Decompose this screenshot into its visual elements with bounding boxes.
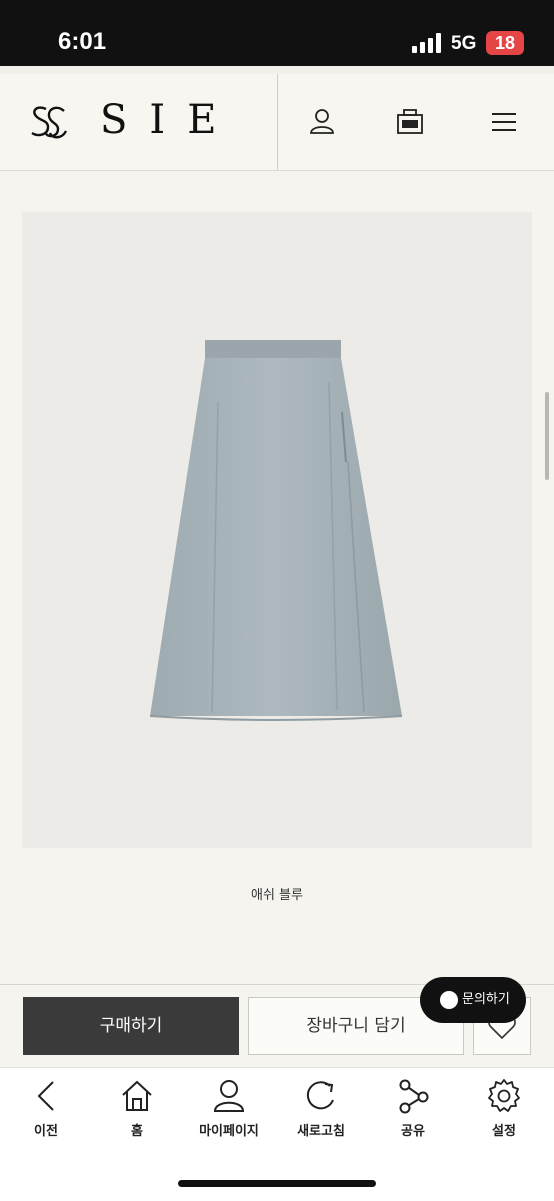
nav-label: 마이페이지	[199, 1124, 259, 1139]
nav-settings[interactable]: 설정	[459, 1078, 549, 1148]
nav-label: 홈	[131, 1124, 143, 1139]
nav-back[interactable]: 이전	[1, 1078, 91, 1148]
nav-label: 공유	[401, 1124, 425, 1139]
user-icon[interactable]	[308, 108, 336, 136]
header-divider	[277, 74, 278, 170]
menu-icon[interactable]	[490, 108, 518, 136]
bag-icon[interactable]	[396, 108, 424, 136]
inquiry-label: 문의하기	[462, 992, 510, 1007]
network-type: 5G	[451, 33, 477, 54]
share-icon	[399, 1079, 429, 1114]
nav-refresh[interactable]: 새로고침	[276, 1078, 366, 1148]
scrollbar-thumb[interactable]	[545, 392, 549, 480]
nav-mypage[interactable]: 마이페이지	[184, 1078, 274, 1148]
brand-name[interactable]: SIE	[100, 97, 238, 143]
nav-share[interactable]: 공유	[368, 1078, 458, 1148]
inquiry-button[interactable]: 문의하기	[420, 977, 526, 1023]
nav-label: 이전	[34, 1124, 58, 1139]
back-icon	[37, 1081, 54, 1111]
home-indicator[interactable]	[178, 1180, 376, 1187]
status-bar: 6:01 5G 18	[0, 0, 554, 66]
signal-icon	[412, 33, 441, 53]
nav-home[interactable]: 홈	[92, 1078, 182, 1148]
mypage-icon	[213, 1080, 245, 1112]
inquiry-logo-icon	[440, 991, 458, 1009]
nav-label: 설정	[492, 1124, 516, 1139]
refresh-icon	[306, 1081, 334, 1110]
battery-level: 18	[486, 31, 524, 55]
home-icon	[122, 1080, 152, 1111]
header-top-strip	[0, 66, 554, 74]
nav-label: 새로고침	[297, 1124, 345, 1139]
skirt-illustration	[149, 340, 403, 721]
brand-logo-icon[interactable]	[28, 103, 70, 141]
settings-icon	[488, 1079, 520, 1112]
product-image[interactable]	[22, 212, 532, 848]
product-color-name: 애쉬 블루	[251, 888, 303, 903]
buy-button[interactable]: 구매하기	[23, 997, 239, 1055]
status-time: 6:01	[58, 28, 107, 55]
